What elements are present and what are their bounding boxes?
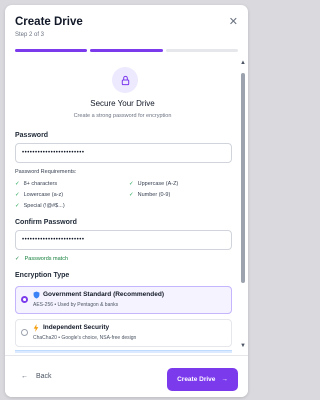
confirm-password-input[interactable]: ••••••••••••••••••••••••: [15, 230, 232, 250]
progress-step-2: [90, 49, 163, 52]
check-icon: ✓: [15, 256, 20, 262]
option-description: AES-256 • Used by Pentagon & banks: [33, 302, 119, 308]
option-name: Independent Security: [43, 324, 110, 331]
option-description: ChaCha20 • Google's choice, NSA-free des…: [33, 335, 137, 341]
lightning-icon: [33, 324, 39, 335]
scroll-down-icon[interactable]: ▼: [240, 343, 246, 349]
section-title: Secure Your Drive: [90, 99, 155, 108]
dialog-header: Create Drive Step 2 of 3 ✕: [5, 5, 248, 65]
dialog-title: Create Drive: [15, 16, 83, 28]
passwords-match-status: ✓ Passwords match: [15, 256, 69, 262]
password-label: Password: [15, 132, 49, 139]
shield-icon: [33, 291, 40, 302]
lock-icon: [112, 67, 138, 93]
progress-step-1: [15, 49, 88, 52]
requirement-lowercase: ✓ Lowercase (a-z): [15, 192, 64, 198]
create-drive-button[interactable]: Create Drive →: [167, 368, 238, 391]
confirm-password-label: Confirm Password: [15, 219, 77, 226]
step-indicator: Step 2 of 3: [15, 32, 45, 38]
info-banner: [15, 350, 232, 353]
step-progress: [15, 49, 238, 52]
password-input[interactable]: ••••••••••••••••••••••••: [15, 143, 232, 163]
create-drive-dialog: Create Drive Step 2 of 3 ✕ Secure Your D…: [5, 5, 248, 397]
arrow-right-icon: →: [221, 376, 228, 383]
progress-step-3: [165, 49, 238, 52]
arrow-left-icon: ←: [21, 373, 28, 380]
encryption-option-independent[interactable]: Independent Security ChaCha20 • Google's…: [15, 319, 232, 347]
back-button[interactable]: ← Back: [21, 373, 52, 380]
check-icon: ✓: [129, 181, 134, 187]
requirement-uppercase: ✓ Uppercase (A-Z): [129, 181, 179, 187]
requirements-title: Password Requirements:: [15, 169, 77, 175]
dialog-footer: ← Back Create Drive →: [5, 355, 248, 397]
requirement-number: ✓ Number (0-9): [129, 192, 171, 198]
option-name: Government Standard (Recommended): [43, 291, 164, 298]
check-icon: ✓: [15, 192, 20, 198]
check-icon: ✓: [15, 203, 20, 209]
requirement-special: ✓ Special (!@#$...): [15, 203, 65, 209]
scroll-up-icon[interactable]: ▲: [240, 60, 246, 66]
close-icon[interactable]: ✕: [229, 17, 238, 28]
check-icon: ✓: [15, 181, 20, 187]
encryption-option-government[interactable]: Government Standard (Recommended) AES-25…: [15, 286, 232, 314]
radio-unselected[interactable]: [21, 329, 28, 336]
section-subtitle: Create a strong password for encryption: [73, 113, 172, 119]
radio-selected[interactable]: [21, 296, 28, 303]
scrollbar[interactable]: ▲ ▼: [240, 59, 246, 349]
requirement-length: ✓ 8+ characters: [15, 181, 58, 187]
encryption-type-label: Encryption Type: [15, 272, 70, 279]
check-icon: ✓: [129, 192, 134, 198]
scrollbar-thumb[interactable]: [241, 73, 245, 283]
dialog-body[interactable]: Secure Your Drive Create a strong passwo…: [5, 57, 248, 353]
